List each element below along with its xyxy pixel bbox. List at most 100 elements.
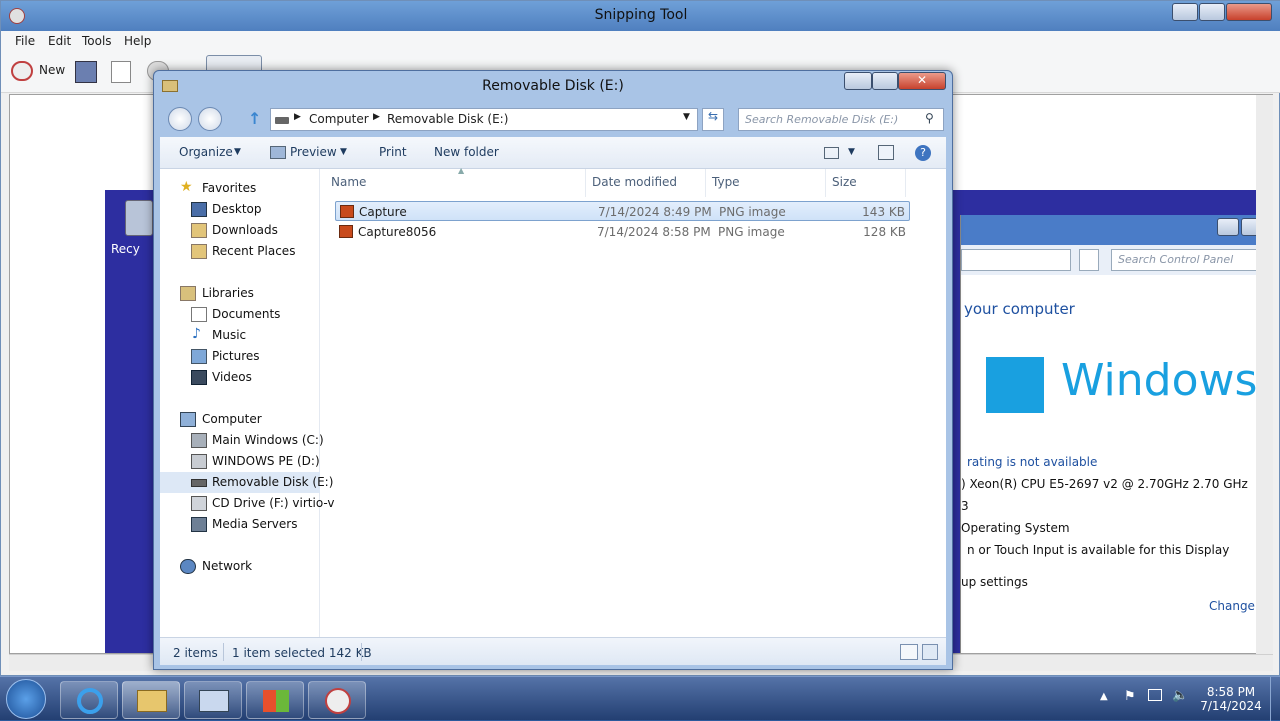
forward-button[interactable] [198,107,222,131]
chevron-right-icon: ▶ [294,112,301,122]
large-icons-view-icon[interactable] [922,644,938,660]
column-size[interactable]: Size [832,175,857,189]
taskbar-internet-explorer[interactable] [60,681,118,719]
organize-button[interactable]: Organize [179,145,233,159]
details-view-icon[interactable] [900,644,918,660]
new-snip-button[interactable]: New [11,59,69,83]
show-desktop-button[interactable] [1270,677,1280,721]
minimize-button[interactable] [1172,3,1198,21]
file-name: Capture [359,205,407,219]
preview-pane-icon[interactable] [878,145,894,160]
chevron-down-icon: ▼ [234,147,241,157]
nav-pictures[interactable]: Pictures [160,346,320,367]
internet-explorer-icon [77,688,103,714]
nav-label: Computer [202,412,262,426]
status-bar: 2 items 1 item selected 142 KB [160,637,946,665]
cp-system-type: Operating System [961,521,1070,535]
taskbar-control-panel[interactable] [184,681,242,719]
menu-help[interactable]: Help [124,34,151,48]
nav-videos[interactable]: Videos [160,367,320,388]
snipping-tool-titlebar[interactable]: Snipping Tool [1,1,1280,31]
breadcrumb-computer[interactable]: Computer [309,112,369,126]
preview-button[interactable]: Preview [290,145,337,159]
start-button[interactable] [6,679,46,719]
help-icon[interactable]: ? [915,145,931,161]
scissors-icon [11,61,33,81]
system-drive-icon [191,433,207,448]
new-folder-button[interactable]: New folder [434,145,499,159]
windows-logo-icon [986,357,1044,413]
nav-label: Pictures [212,349,260,363]
view-options-icon[interactable] [824,147,839,159]
maximize-button[interactable] [1199,3,1225,21]
action-center-flag-icon[interactable]: ⚑ [1124,689,1136,704]
nav-network[interactable]: Network [160,556,320,577]
file-row[interactable]: Capture8056 7/14/2024 8:58 PM PNG image … [335,222,910,242]
nav-drive-c[interactable]: Main Windows (C:) [160,430,324,451]
network-icon [180,559,196,574]
computer-icon [180,412,196,427]
taskbar-file-explorer[interactable] [122,681,180,719]
nav-drive-d[interactable]: WINDOWS PE (D:) [160,451,320,472]
snip-vertical-scrollbar[interactable] [1256,95,1273,654]
taskbar: ▲ ⚑ 🔈 8:58 PM 7/14/2024 [0,676,1280,721]
nav-drive-e[interactable]: Removable Disk (E:) [160,472,333,493]
column-name[interactable]: Name [331,175,366,189]
menu-edit[interactable]: Edit [48,34,71,48]
close-button[interactable] [1226,3,1272,21]
nav-downloads[interactable]: Downloads [160,220,320,241]
address-bar[interactable]: ▶ Computer ▶ Removable Disk (E:) ▼ [270,108,698,131]
file-date: 7/14/2024 8:58 PM [597,225,711,239]
nav-label: Downloads [212,223,278,237]
chevron-right-icon: ▶ [373,112,380,122]
network-tray-icon[interactable] [1148,689,1162,701]
volume-muted-icon[interactable]: 🔈 [1172,688,1188,703]
nav-drive-f[interactable]: CD Drive (F:) virtio-v [160,493,335,514]
chevron-down-icon: ▼ [340,147,347,157]
pictures-icon [191,349,207,364]
nav-favorites[interactable]: ★ Favorites [160,178,320,199]
breadcrumb-removable-disk[interactable]: Removable Disk (E:) [387,112,508,126]
save-icon[interactable] [75,61,97,83]
explorer-close-button[interactable]: ✕ [898,72,946,90]
cp-pen-touch: n or Touch Input is available for this D… [967,543,1230,557]
up-arrow-icon[interactable]: ↑ [248,109,261,128]
nav-documents[interactable]: Documents [160,304,320,325]
cp-refresh-icon [1079,249,1099,271]
sort-arrow-icon: ▲ [458,166,465,175]
search-input[interactable]: Search Removable Disk (E:) ⚲ [738,108,944,131]
column-date-modified[interactable]: Date modified [592,175,677,189]
png-file-icon [340,205,354,218]
copy-icon[interactable] [111,61,131,83]
nav-computer[interactable]: Computer [160,409,320,430]
chevron-down-icon[interactable]: ▼ [683,112,690,122]
close-icon: ✕ [917,73,928,87]
nav-desktop[interactable]: Desktop [160,199,320,220]
nav-media-servers[interactable]: Media Servers [160,514,320,535]
back-button[interactable] [168,107,192,131]
documents-icon [191,307,207,322]
taskbar-clock[interactable]: 8:58 PM 7/14/2024 [1196,685,1266,713]
nav-recent-places[interactable]: Recent Places [160,241,320,262]
taskbar-snipping-tool[interactable] [308,681,366,719]
explorer-maximize-button[interactable] [872,72,898,90]
file-type: PNG image [719,205,786,219]
chevron-down-icon[interactable]: ▼ [848,147,855,157]
file-row[interactable]: Capture 7/14/2024 8:49 PM PNG image 143 … [335,201,910,221]
column-type[interactable]: Type [712,175,740,189]
windows-8-logo-text: Windows 8 [1061,355,1272,406]
nav-label: Removable Disk (E:) [212,475,334,489]
menu-file[interactable]: File [15,34,35,48]
nav-libraries[interactable]: Libraries [160,283,320,304]
file-name: Capture8056 [358,225,437,239]
explorer-minimize-button[interactable] [844,72,872,90]
status-item-count: 2 items [173,646,218,660]
menu-tools[interactable]: Tools [82,34,112,48]
explorer-titlebar[interactable]: Removable Disk (E:) ✕ [154,71,952,103]
drive-icon [191,454,207,469]
taskbar-windows[interactable] [246,681,304,719]
print-button[interactable]: Print [379,145,407,159]
show-hidden-icons-icon[interactable]: ▲ [1100,691,1108,702]
refresh-icon[interactable]: ⇆ [702,108,724,131]
nav-music[interactable]: ♪ Music [160,325,320,346]
